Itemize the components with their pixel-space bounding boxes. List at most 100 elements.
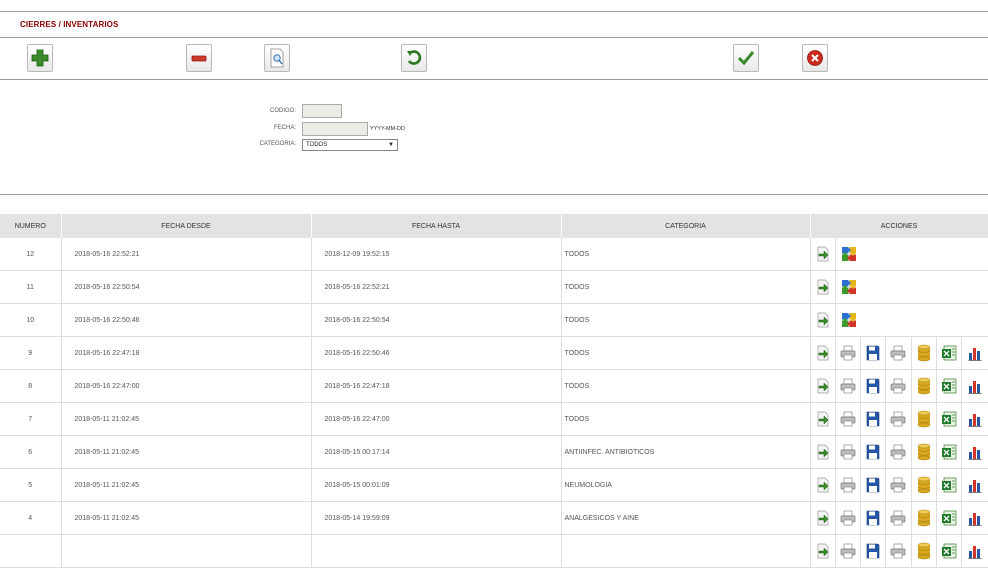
puzzle-action-button[interactable] — [836, 238, 862, 270]
printer-icon — [840, 345, 856, 361]
database-action-button[interactable] — [912, 370, 937, 402]
printer-action-button[interactable] — [836, 337, 862, 369]
categoria-cell: NEUMOLOGIA — [561, 468, 811, 502]
excel-icon — [941, 543, 957, 559]
bar-chart-icon — [968, 411, 982, 427]
table-row[interactable]: 5 2018-05-11 21:02:45 2018-05-15 00:01:09 N… — [0, 468, 988, 502]
printer-action-button[interactable] — [886, 337, 912, 369]
excel-icon — [941, 444, 957, 460]
printer-action-button[interactable] — [836, 535, 862, 567]
bar-chart-action-button[interactable] — [962, 535, 987, 567]
excel-action-button[interactable] — [937, 469, 963, 501]
go-arrow-action-button[interactable] — [811, 502, 836, 534]
excel-icon — [941, 378, 957, 394]
fecha-label: FECHA: — [273, 125, 296, 131]
save-disk-action-button[interactable] — [861, 502, 887, 534]
go-arrow-action-button[interactable] — [811, 271, 836, 303]
excel-icon — [941, 510, 957, 526]
numero-cell: 9 — [0, 336, 62, 370]
search-document-icon — [270, 48, 284, 68]
database-action-button[interactable] — [912, 502, 937, 534]
bar-chart-action-button[interactable] — [962, 403, 987, 435]
fecha-hasta-cell: 2018-05-16 22:47:18 — [311, 369, 562, 403]
save-disk-action-button[interactable] — [861, 370, 887, 402]
acciones-cell — [810, 402, 988, 436]
table-row[interactable]: 7 2018-05-11 21:02:45 2018-05-16 22:47:00 T… — [0, 402, 988, 436]
go-arrow-action-button[interactable] — [811, 370, 836, 402]
column-header-fecha-hasta: FECHA HASTA — [311, 214, 562, 238]
go-arrow-action-button[interactable] — [811, 403, 836, 435]
fecha-hasta-cell: 2018-05-16 22:47:00 — [311, 402, 562, 436]
puzzle-action-button[interactable] — [836, 271, 862, 303]
bar-chart-action-button[interactable] — [962, 436, 987, 468]
printer-action-button[interactable] — [836, 403, 862, 435]
printer-action-button[interactable] — [886, 370, 912, 402]
remove-button[interactable] — [186, 44, 212, 72]
printer-action-button[interactable] — [886, 436, 912, 468]
excel-action-button[interactable] — [937, 403, 963, 435]
cancel-button[interactable] — [802, 44, 828, 72]
table-row[interactable]: 4 2018-05-11 21:02:45 2018-05-14 19:59:09 A… — [0, 501, 988, 535]
table-row[interactable]: 10 2018-05-16 22:50:46 2018-05-16 22:50:54… — [0, 303, 988, 337]
excel-action-button[interactable] — [937, 370, 963, 402]
go-arrow-action-button[interactable] — [811, 436, 836, 468]
printer-action-button[interactable] — [886, 535, 912, 567]
refresh-icon — [407, 50, 422, 65]
database-action-button[interactable] — [912, 436, 937, 468]
printer-icon — [890, 444, 906, 460]
table-row[interactable] — [0, 534, 988, 568]
go-arrow-action-button[interactable] — [811, 238, 836, 270]
numero-cell: 7 — [0, 402, 62, 436]
database-action-button[interactable] — [912, 337, 937, 369]
printer-action-button[interactable] — [836, 502, 862, 534]
categoria-cell: TODOS — [561, 270, 811, 304]
table-row[interactable]: 8 2018-05-16 22:47:00 2018-05-16 22:47:18 T… — [0, 369, 988, 403]
printer-action-button[interactable] — [836, 469, 862, 501]
go-arrow-action-button[interactable] — [811, 304, 836, 336]
save-disk-action-button[interactable] — [861, 337, 887, 369]
accept-button[interactable] — [733, 44, 759, 72]
puzzle-action-button[interactable] — [836, 304, 862, 336]
excel-action-button[interactable] — [937, 535, 963, 567]
numero-cell: 10 — [0, 303, 62, 337]
save-disk-action-button[interactable] — [861, 535, 887, 567]
table-row[interactable]: 12 2018-05-16 22:52:21 2018-12-09 19:52:15… — [0, 238, 988, 271]
excel-action-button[interactable] — [937, 502, 963, 534]
search-button[interactable] — [264, 44, 290, 72]
table-row[interactable]: 9 2018-05-16 22:47:18 2018-05-16 22:50:46 T… — [0, 336, 988, 370]
toolbar — [0, 38, 988, 80]
table-row[interactable]: 6 2018-05-11 21:02:45 2018-05-15 00:17:14 A… — [0, 435, 988, 469]
printer-action-button[interactable] — [886, 469, 912, 501]
excel-action-button[interactable] — [937, 436, 963, 468]
bar-chart-action-button[interactable] — [962, 370, 987, 402]
printer-action-button[interactable] — [886, 403, 912, 435]
bar-chart-action-button[interactable] — [962, 502, 987, 534]
database-action-button[interactable] — [912, 535, 937, 567]
printer-action-button[interactable] — [836, 370, 862, 402]
go-arrow-icon — [816, 477, 830, 493]
acciones-cell — [810, 468, 988, 502]
save-disk-action-button[interactable] — [861, 403, 887, 435]
numero-cell: 4 — [0, 501, 62, 535]
printer-action-button[interactable] — [836, 436, 862, 468]
go-arrow-action-button[interactable] — [811, 469, 836, 501]
bar-chart-action-button[interactable] — [962, 337, 987, 369]
go-arrow-action-button[interactable] — [811, 337, 836, 369]
fecha-input[interactable] — [302, 122, 368, 136]
codigo-input[interactable] — [302, 104, 342, 118]
table-row[interactable]: 11 2018-05-16 22:50:54 2018-05-16 22:52:21… — [0, 270, 988, 304]
save-disk-action-button[interactable] — [861, 436, 887, 468]
categoria-cell: TODOS — [561, 369, 811, 403]
add-button[interactable] — [27, 44, 53, 72]
bar-chart-action-button[interactable] — [962, 469, 987, 501]
excel-action-button[interactable] — [937, 337, 963, 369]
categoria-select[interactable]: TODOS ▼ — [302, 139, 398, 151]
go-arrow-action-button[interactable] — [811, 535, 836, 567]
categoria-cell: ANALGESICOS Y AINE — [561, 501, 811, 535]
go-arrow-icon — [816, 312, 830, 328]
printer-action-button[interactable] — [886, 502, 912, 534]
save-disk-action-button[interactable] — [861, 469, 887, 501]
database-action-button[interactable] — [912, 469, 937, 501]
refresh-button[interactable] — [401, 44, 427, 72]
database-action-button[interactable] — [912, 403, 937, 435]
